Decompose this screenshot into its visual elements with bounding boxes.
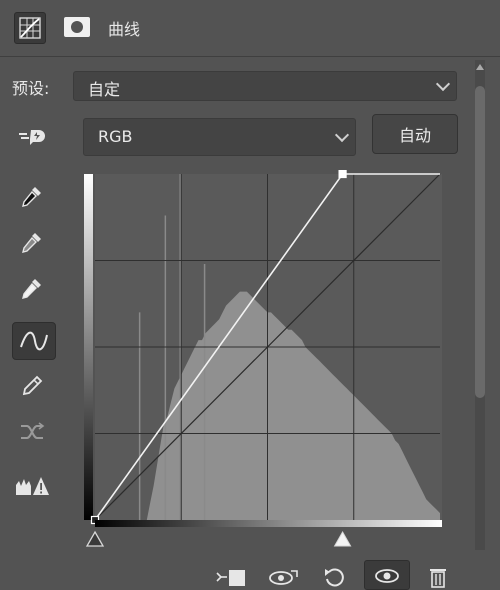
gray-point-eyedropper-icon[interactable] (14, 224, 50, 260)
view-previous-state-icon[interactable] (266, 566, 302, 588)
white-input-slider[interactable] (333, 530, 352, 547)
panel-title: 曲线 (108, 20, 141, 39)
auto-button[interactable]: 自动 (372, 114, 458, 154)
preset-dropdown[interactable]: 自定 (73, 71, 457, 101)
clipping-warning-icon[interactable] (14, 468, 50, 504)
curves-graph[interactable] (82, 169, 442, 530)
delete-icon[interactable] (424, 566, 452, 588)
channel-value: RGB (98, 127, 133, 146)
curves-adjustment-icon[interactable] (14, 12, 46, 44)
pencil-icon[interactable] (14, 368, 50, 404)
clip-to-layer-icon[interactable] (212, 566, 248, 588)
black-input-slider[interactable] (85, 530, 105, 547)
curve-point-icon[interactable] (12, 322, 56, 360)
output-gradient-bar (84, 174, 93, 520)
preset-label: 预设: (12, 79, 50, 98)
preset-value: 自定 (88, 80, 121, 99)
reset-icon[interactable] (318, 566, 352, 588)
chevron-down-icon (334, 127, 350, 143)
on-image-adjust-icon[interactable] (14, 120, 50, 156)
curve-control-point[interactable] (338, 169, 347, 179)
input-gradient-bar (95, 520, 442, 527)
channel-dropdown[interactable]: RGB (83, 118, 356, 156)
smooth-icon[interactable] (14, 414, 50, 450)
scroll-up-icon[interactable] (476, 64, 484, 70)
curves-graph-svg[interactable] (82, 169, 442, 530)
chevron-down-icon (435, 76, 451, 92)
toggle-visibility-icon[interactable] (364, 560, 410, 590)
scrollbar-thumb[interactable] (475, 86, 485, 398)
black-point-eyedropper-icon[interactable] (14, 178, 50, 214)
mask-icon[interactable] (62, 14, 92, 40)
white-point-eyedropper-icon[interactable] (14, 270, 50, 306)
